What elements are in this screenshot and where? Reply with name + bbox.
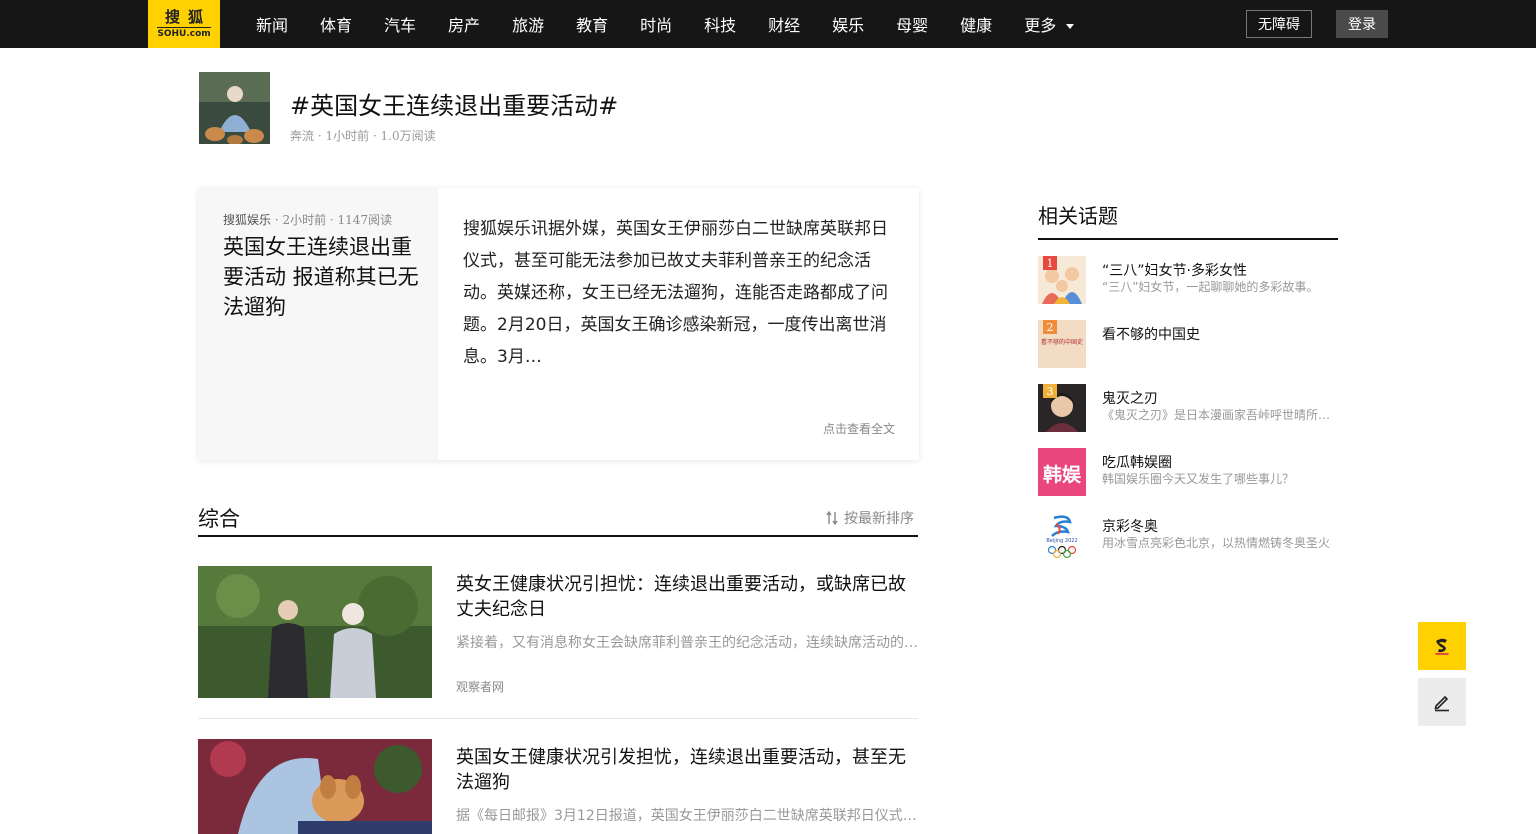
- rank-badge: 2: [1043, 320, 1057, 334]
- nav-item-finance[interactable]: 财经: [768, 12, 800, 36]
- article-summary: 紧接着，又有消息称女王会缺席菲利普亲王的纪念活动，连续缺席活动的…: [456, 635, 918, 651]
- pencil-icon: [1434, 695, 1449, 712]
- write-post-button[interactable]: [1418, 678, 1466, 726]
- related-topic-name[interactable]: 鬼灭之刃: [1102, 388, 1158, 408]
- related-topic-name[interactable]: 看不够的中国史: [1102, 324, 1200, 344]
- topic-thumbnail: [199, 72, 270, 144]
- article-thumbnail[interactable]: [198, 739, 432, 834]
- sort-icon: [826, 511, 838, 525]
- thumbnail-caption: Beijing 2022: [1046, 538, 1078, 544]
- nav-item-travel[interactable]: 旅游: [512, 12, 544, 36]
- article-item[interactable]: 英国女王健康状况引发担忧，连续退出重要活动，甚至无法遛狗 据《每日邮报》3月12…: [198, 739, 918, 834]
- sort-toggle[interactable]: 按最新排序: [826, 508, 914, 528]
- nav-item-tech[interactable]: 科技: [704, 12, 736, 36]
- nav-item-fashion[interactable]: 时尚: [640, 12, 672, 36]
- rank-badge: 3: [1043, 384, 1057, 398]
- related-topic-item[interactable]: 1 “三八”妇女节·多彩女性 “三八”妇女节，一起聊聊她的多彩故事。: [1038, 256, 1338, 304]
- featured-article-card[interactable]: 搜狐娱乐 · 2小时前 · 1147阅读 英国女王连续退出重要活动 报道称其已无…: [198, 188, 919, 460]
- featured-source[interactable]: 搜狐娱乐: [223, 213, 271, 227]
- nav-item-parenting[interactable]: 母婴: [896, 12, 928, 36]
- topic-meta: 奔流 · 1小时前 · 1.0万阅读: [290, 129, 436, 143]
- related-topic-desc: 《鬼灭之刃》是日本漫画家吾峠呼世晴所著的少年漫画: [1102, 408, 1338, 422]
- sort-label: 按最新排序: [844, 511, 914, 527]
- related-topic-item[interactable]: 看不够的中国史 2 看不够的中国史: [1038, 320, 1338, 368]
- more-label: 更多: [1024, 16, 1057, 35]
- logo-text-bottom: SOHU.com: [157, 27, 211, 39]
- accessibility-button[interactable]: 无障碍: [1246, 10, 1312, 38]
- featured-meta: 搜狐娱乐 · 2小时前 · 1147阅读: [223, 211, 392, 228]
- related-topic-desc: “三八”妇女节，一起聊聊她的多彩故事。: [1102, 280, 1319, 294]
- thumbnail-caption: 韩娱: [1042, 464, 1081, 486]
- article-title[interactable]: 英国女王健康状况引发担忧，连续退出重要活动，甚至无法遛狗: [456, 745, 918, 795]
- nav-item-news[interactable]: 新闻: [256, 12, 288, 36]
- related-topic-desc: 韩国娱乐圈今天又发生了哪些事儿？: [1102, 472, 1295, 486]
- related-topic-item[interactable]: 韩娱 吃瓜韩娱圈 韩国娱乐圈今天又发生了哪些事儿？: [1038, 448, 1338, 496]
- article-title[interactable]: 英女王健康状况引担忧：连续退出重要活动，或缺席已故丈夫纪念日: [456, 572, 918, 622]
- nav-item-entertainment[interactable]: 娱乐: [832, 12, 864, 36]
- logo-text-top: 搜狐: [164, 8, 211, 26]
- related-topic-thumbnail[interactable]: 看不够的中国史 2: [1038, 320, 1086, 368]
- sohu-logo[interactable]: 搜狐 SOHU.com: [148, 0, 220, 48]
- related-topic-name[interactable]: 吃瓜韩娱圈: [1102, 452, 1172, 472]
- nav-item-more[interactable]: 更多: [1024, 12, 1075, 36]
- related-topic-item[interactable]: Beijing 2022 京彩冬奥 用冰雪点亮彩色北京，以热情燃铸冬奥圣火: [1038, 512, 1338, 560]
- nav-item-sports[interactable]: 体育: [320, 12, 352, 36]
- related-topic-name[interactable]: 京彩冬奥: [1102, 516, 1158, 536]
- rank-badge: 1: [1043, 256, 1057, 270]
- section-title: 综合: [198, 507, 240, 531]
- article-thumbnail[interactable]: [198, 566, 432, 698]
- related-topic-thumbnail[interactable]: 1: [1038, 256, 1086, 304]
- featured-card-left: 搜狐娱乐 · 2小时前 · 1147阅读 英国女王连续退出重要活动 报道称其已无…: [198, 188, 438, 460]
- featured-title[interactable]: 英国女王连续退出重要活动 报道称其已无法遛狗: [223, 232, 419, 322]
- featured-meta-stats: · 2小时前 · 1147阅读: [271, 213, 393, 227]
- read-full-link[interactable]: 点击查看全文: [823, 420, 895, 437]
- thumbnail-caption: 看不够的中国史: [1040, 339, 1083, 346]
- related-topic-desc: 用冰雪点亮彩色北京，以热情燃铸冬奥圣火: [1102, 536, 1331, 550]
- related-topic-thumbnail[interactable]: 韩娱: [1038, 448, 1086, 496]
- top-navigation-bar: 搜狐 SOHU.com 新闻 体育 汽车 房产 旅游 教育 时尚 科技 财经 娱…: [0, 0, 1536, 48]
- sohu-fox-icon: [1435, 638, 1449, 655]
- nav-item-health[interactable]: 健康: [960, 12, 992, 36]
- login-button[interactable]: 登录: [1336, 10, 1388, 38]
- article-item[interactable]: 英女王健康状况引担忧：连续退出重要活动，或缺席已故丈夫纪念日 紧接着，又有消息称…: [198, 566, 918, 698]
- related-topics-divider: [1038, 238, 1338, 240]
- article-source[interactable]: 观察者网: [456, 678, 504, 695]
- related-topic-name[interactable]: “三八”妇女节·多彩女性: [1102, 260, 1247, 280]
- nav-item-auto[interactable]: 汽车: [384, 12, 416, 36]
- section-divider: [198, 535, 918, 537]
- related-topic-thumbnail[interactable]: Beijing 2022: [1038, 512, 1086, 560]
- article-divider: [198, 718, 918, 719]
- sohu-app-button[interactable]: [1418, 622, 1466, 670]
- caret-down-icon: [1066, 24, 1075, 29]
- channel-nav: 新闻 体育 汽车 房产 旅游 教育 时尚 科技 财经 娱乐 母婴 健康 更多: [240, 0, 1090, 48]
- nav-item-realestate[interactable]: 房产: [448, 12, 480, 36]
- article-summary: 据《每日邮报》3月12日报道，英国女王伊丽莎白二世缺席英联邦日仪式…: [456, 808, 917, 824]
- related-topic-item[interactable]: 3 鬼灭之刃 《鬼灭之刃》是日本漫画家吾峠呼世晴所著的少年漫画: [1038, 384, 1338, 432]
- featured-body: 搜狐娱乐讯据外媒，英国女王伊丽莎白二世缺席英联邦日仪式，甚至可能无法参加已故丈夫…: [463, 219, 888, 367]
- nav-item-education[interactable]: 教育: [576, 12, 608, 36]
- related-topics-title: 相关话题: [1038, 204, 1118, 228]
- topic-title: #英国女王连续退出重要活动#: [290, 92, 619, 120]
- related-topic-thumbnail[interactable]: 3: [1038, 384, 1086, 432]
